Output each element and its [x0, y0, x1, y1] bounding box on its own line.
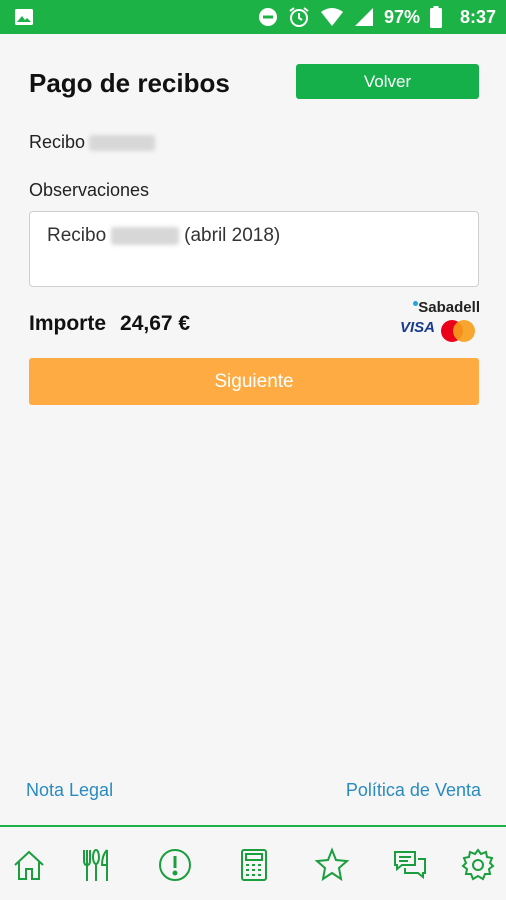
sabadell-logo: Sabadell: [413, 299, 480, 316]
observaciones-field[interactable]: Recibo (abril 2018): [29, 211, 479, 287]
favorites-icon: [314, 847, 350, 882]
observaciones-text-before: Recibo: [47, 225, 107, 246]
battery-icon: [429, 6, 442, 28]
page-title: Pago de recibos: [29, 68, 230, 98]
nav-alerts[interactable]: [155, 845, 195, 885]
politica-venta-link[interactable]: Política de Venta: [346, 780, 481, 801]
importe-label: Importe: [29, 312, 107, 335]
importe-value: 24,67 €: [120, 312, 191, 335]
visa-logo: VISA: [400, 319, 436, 336]
chat-icon: [394, 851, 426, 880]
importe-row: Importe 24,67 €: [29, 312, 190, 336]
clock: 8:37: [459, 6, 496, 27]
status-bar: 97% 8:37: [0, 0, 506, 34]
restaurant-icon: [83, 849, 108, 881]
nav-calculator[interactable]: [234, 845, 274, 885]
battery-percentage: 97%: [383, 6, 420, 27]
nav-restaurant[interactable]: [76, 845, 116, 885]
back-button[interactable]: Volver: [296, 64, 479, 99]
recibo-label: Recibo: [29, 132, 86, 152]
nav-favorites[interactable]: [312, 845, 352, 885]
dnd-icon: [258, 8, 277, 26]
calculator-icon: [241, 849, 267, 881]
nota-legal-link[interactable]: Nota Legal: [26, 780, 113, 801]
redacted-receipt-number: [111, 227, 180, 245]
mastercard-logo: [441, 320, 475, 342]
recibo-line: Recibo: [29, 132, 156, 153]
nav-home[interactable]: [9, 845, 49, 885]
alarm-icon: [289, 7, 309, 27]
bottom-nav: [0, 825, 506, 900]
settings-icon: [461, 848, 495, 881]
observaciones-text-after: (abril 2018): [184, 225, 281, 246]
payment-logos: Sabadell VISA: [398, 299, 480, 344]
observaciones-label: Observaciones: [29, 180, 150, 200]
redacted-receipt-number: [89, 134, 156, 151]
gallery-icon: [15, 9, 33, 25]
nav-messages[interactable]: [390, 845, 430, 885]
alert-icon: [159, 849, 191, 881]
nav-settings[interactable]: [458, 845, 498, 885]
home-icon: [14, 850, 44, 880]
signal-icon: [354, 8, 373, 26]
wifi-icon: [320, 8, 343, 26]
next-button[interactable]: Siguiente: [29, 358, 479, 405]
